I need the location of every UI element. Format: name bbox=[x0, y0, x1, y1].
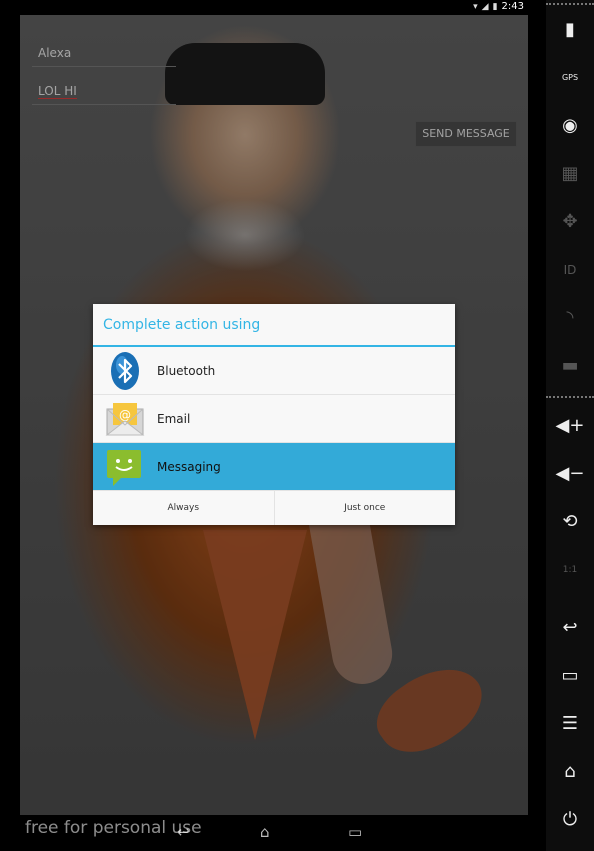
option-email[interactable]: @ Email bbox=[93, 395, 455, 443]
watermark-text: free for personal use bbox=[25, 818, 202, 838]
menu-icon[interactable]: ☰ bbox=[554, 710, 586, 738]
webcam-icon[interactable]: ◉ bbox=[554, 112, 586, 140]
option-email-label: Email bbox=[157, 411, 191, 426]
toolbar-divider bbox=[546, 3, 594, 7]
power-icon[interactable]: ⏻ bbox=[554, 806, 586, 834]
id-icon[interactable]: ID bbox=[554, 256, 586, 284]
toolbar-divider bbox=[546, 396, 594, 400]
nav-home-icon[interactable]: ⌂ bbox=[260, 823, 270, 841]
option-bluetooth[interactable]: Bluetooth bbox=[93, 347, 455, 395]
option-bluetooth-label: Bluetooth bbox=[157, 363, 216, 378]
recents-icon[interactable]: ▭ bbox=[554, 662, 586, 690]
battery-icon[interactable]: ▮ bbox=[554, 16, 586, 44]
app-screen: Alexa LOL HI SEND MESSAGE Complete actio… bbox=[20, 15, 528, 815]
dialog-buttons: Always Just once bbox=[93, 490, 455, 525]
wifi-icon: ▾ bbox=[473, 1, 478, 12]
volume-down-icon[interactable]: ◀− bbox=[554, 460, 586, 488]
back-icon[interactable]: ↩ bbox=[554, 614, 586, 642]
id-label: ID bbox=[563, 263, 577, 277]
rotate-icon[interactable]: ⟲ bbox=[554, 508, 586, 536]
dialog-title: Complete action using bbox=[93, 304, 455, 347]
gps-label: GPS bbox=[561, 73, 579, 82]
chooser-dialog: Complete action using Bluetooth @ Email … bbox=[93, 304, 455, 525]
signal-icon: ◢ bbox=[481, 1, 489, 12]
just-once-button[interactable]: Just once bbox=[273, 491, 456, 525]
email-icon: @ bbox=[105, 399, 145, 439]
scale-icon[interactable]: 1:1 bbox=[554, 556, 586, 584]
clapper-icon[interactable]: ▦ bbox=[554, 160, 586, 188]
option-messaging[interactable]: Messaging bbox=[93, 443, 455, 491]
sms-icon[interactable]: ▬ bbox=[554, 352, 586, 380]
status-bar: ▾ ◢ ▮ 2:43 bbox=[0, 0, 546, 15]
messaging-icon bbox=[105, 447, 145, 487]
nav-recents-icon[interactable]: ▭ bbox=[348, 823, 362, 841]
home-icon[interactable]: ⌂ bbox=[554, 758, 586, 786]
status-time: 2:43 bbox=[501, 1, 524, 12]
option-messaging-label: Messaging bbox=[157, 460, 221, 474]
scale-label: 1:1 bbox=[562, 565, 578, 575]
emulator-frame: ▾ ◢ ▮ 2:43 Alexa LOL HI SEND MESSAGE Com… bbox=[0, 0, 546, 851]
bluetooth-icon bbox=[105, 351, 145, 391]
volume-up-icon[interactable]: ◀+ bbox=[554, 412, 586, 440]
emulator-side-toolbar: ▮ GPS ◉ ▦ ✥ ID ◝ ▬ ◀+ ◀− ⟲ 1:1 ↩ ▭ ☰ ⌂ ⏻ bbox=[546, 0, 594, 851]
battery-icon: ▮ bbox=[492, 1, 498, 12]
rss-icon[interactable]: ◝ bbox=[554, 304, 586, 332]
dpad-icon[interactable]: ✥ bbox=[554, 208, 586, 236]
svg-text:@: @ bbox=[119, 408, 131, 422]
always-button[interactable]: Always bbox=[93, 491, 274, 525]
gps-icon[interactable]: GPS bbox=[554, 64, 586, 92]
